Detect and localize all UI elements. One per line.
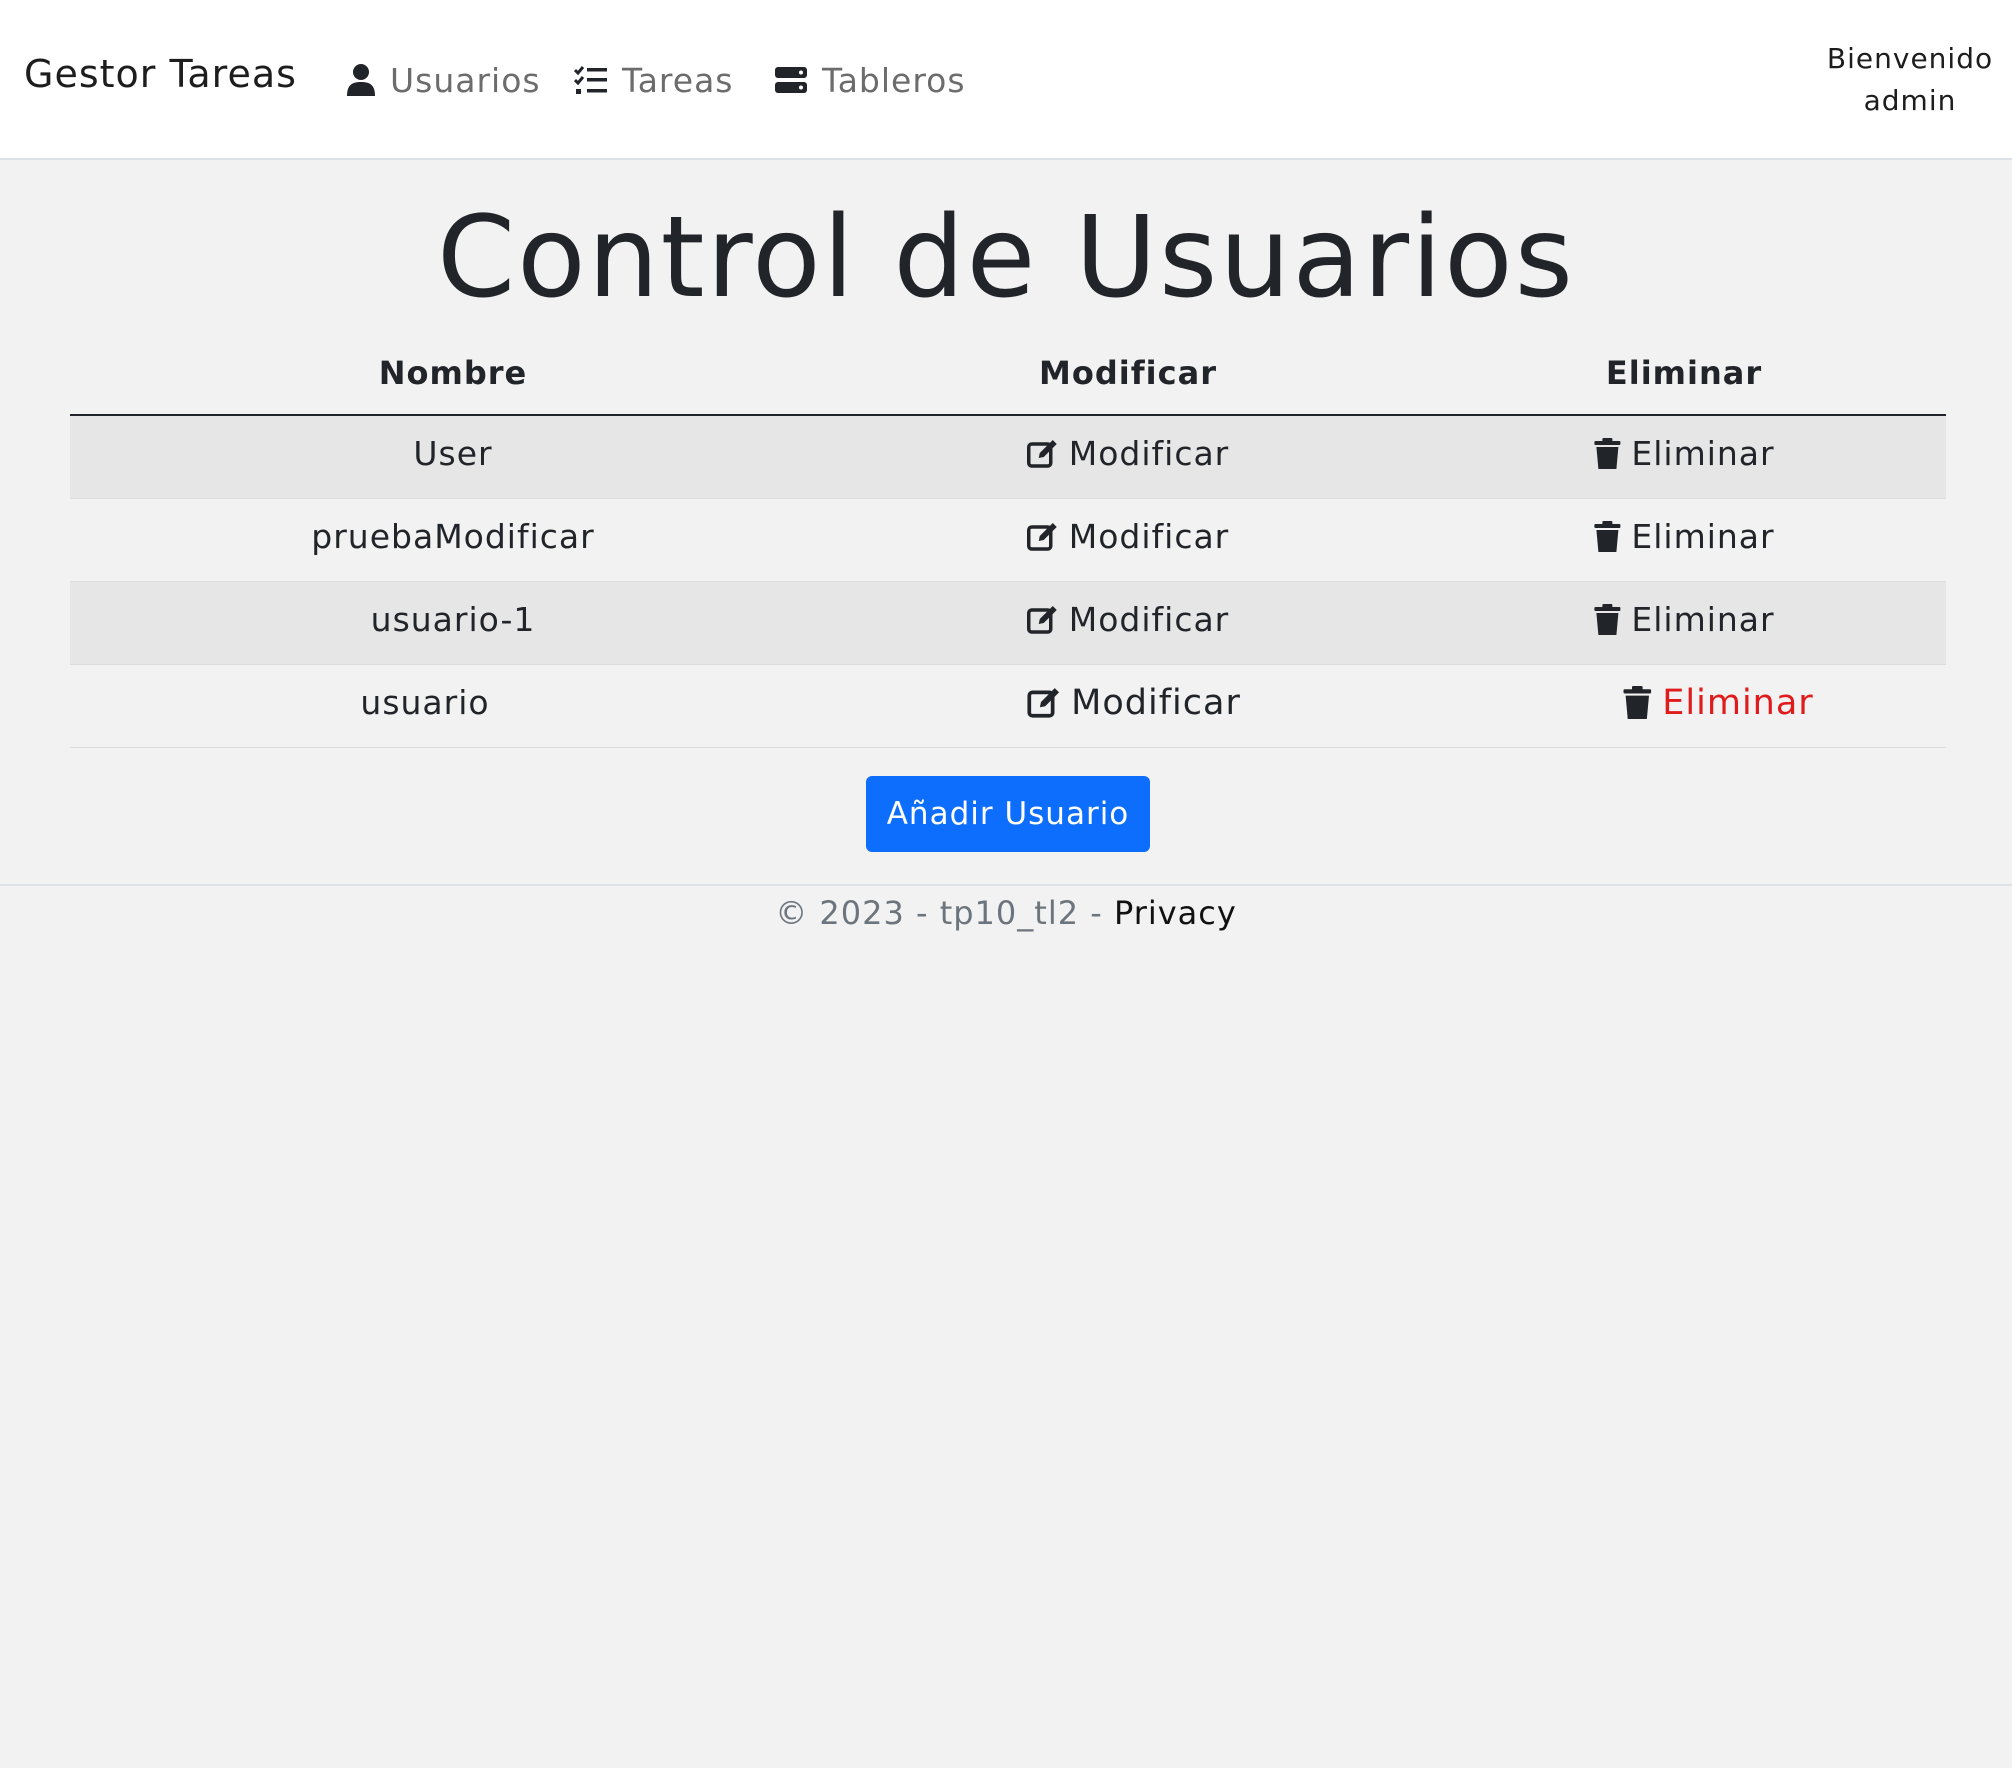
- edit-icon: [1027, 439, 1057, 468]
- table-row: usuario-1 Modificar Eliminar: [70, 582, 1946, 665]
- user-name: pruebaModificar: [311, 517, 595, 556]
- nav-item-label: Tareas: [622, 60, 734, 100]
- copyright-text: © 2023 - tp10_tl2 -: [775, 894, 1114, 932]
- edit-icon: [1027, 605, 1057, 634]
- delete-label: Eliminar: [1631, 600, 1775, 639]
- trash-icon: [1594, 603, 1621, 635]
- modify-button[interactable]: Modificar: [1027, 683, 1241, 723]
- nav-item-label: Tableros: [822, 60, 966, 100]
- edit-icon: [1027, 522, 1057, 551]
- delete-button[interactable]: Eliminar: [1593, 434, 1774, 473]
- delete-button[interactable]: Eliminar: [1622, 683, 1813, 723]
- delete-label: Eliminar: [1631, 517, 1775, 556]
- table-row: User Modificar Eliminar: [70, 416, 1946, 499]
- brand-link[interactable]: Gestor Tareas: [24, 52, 297, 96]
- table-header-row: Nombre Modificar Eliminar: [70, 334, 1946, 416]
- username: admin: [1863, 84, 1957, 117]
- add-user-button[interactable]: Añadir Usuario: [866, 776, 1150, 852]
- modify-label: Modificar: [1068, 434, 1230, 473]
- privacy-link[interactable]: Privacy: [1114, 894, 1237, 932]
- delete-button[interactable]: Eliminar: [1593, 517, 1774, 556]
- modify-button[interactable]: Modificar: [1027, 600, 1230, 639]
- modify-label: Modificar: [1068, 600, 1230, 639]
- delete-label: Eliminar: [1662, 683, 1814, 723]
- table-row: pruebaModificar Modificar Eliminar: [70, 499, 1946, 582]
- nav-item-tareas[interactable]: Tareas: [574, 58, 733, 102]
- modify-label: Modificar: [1071, 683, 1241, 723]
- column-header-eliminar: Eliminar: [1605, 354, 1763, 392]
- trash-icon: [1594, 437, 1621, 469]
- welcome-message: Bienvenido admin: [1820, 38, 2000, 122]
- modify-label: Modificar: [1068, 517, 1230, 556]
- table-row: usuario Modificar Eliminar: [70, 665, 1946, 748]
- server-icon: [775, 67, 807, 93]
- trash-icon: [1623, 686, 1652, 719]
- column-header-nombre: Nombre: [378, 354, 528, 392]
- user-name: usuario: [360, 683, 490, 722]
- footer: © 2023 - tp10_tl2 - Privacy: [0, 884, 2012, 932]
- delete-button[interactable]: Eliminar: [1593, 600, 1774, 639]
- nav-item-tableros[interactable]: Tableros: [774, 58, 966, 102]
- delete-label: Eliminar: [1631, 434, 1775, 473]
- edit-icon: [1027, 688, 1060, 718]
- nav-item-usuarios[interactable]: Usuarios: [346, 58, 541, 102]
- user-icon: [347, 64, 375, 96]
- modify-button[interactable]: Modificar: [1027, 517, 1230, 556]
- page-title: Control de Usuarios: [436, 193, 1576, 323]
- users-table: Nombre Modificar Eliminar User Modificar…: [70, 334, 1946, 748]
- navbar: Gestor Tareas Usuarios Tareas Tableros B…: [0, 0, 2012, 160]
- column-header-modificar: Modificar: [1039, 354, 1217, 392]
- user-name: usuario-1: [370, 600, 536, 639]
- user-name: User: [413, 434, 493, 473]
- nav-item-label: Usuarios: [390, 60, 541, 100]
- modify-button[interactable]: Modificar: [1027, 434, 1230, 473]
- trash-icon: [1594, 520, 1621, 552]
- welcome-text: Bienvenido: [1826, 42, 1994, 75]
- task-list-icon: [574, 66, 607, 94]
